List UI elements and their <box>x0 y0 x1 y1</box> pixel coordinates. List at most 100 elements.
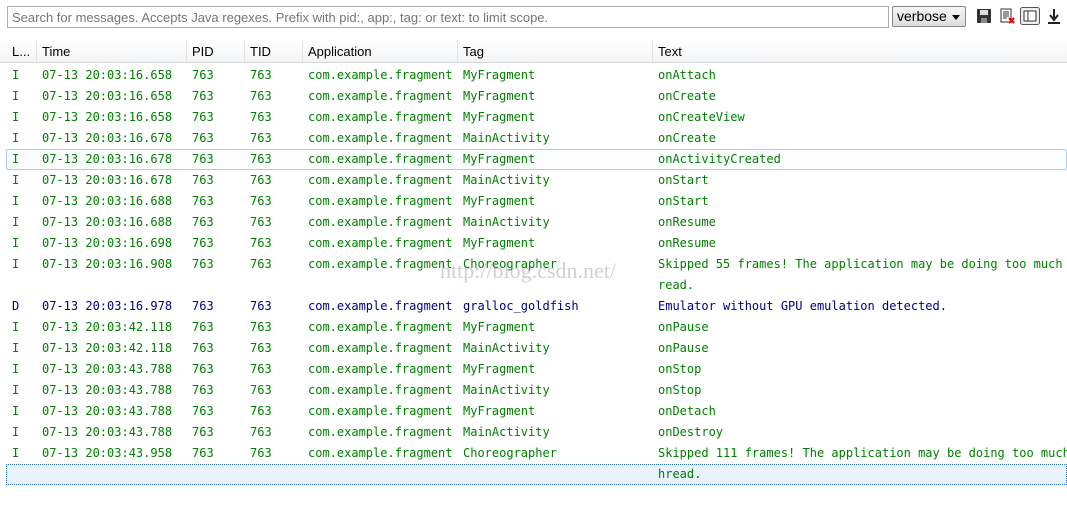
cell-time: 07-13 20:03:16.658 <box>42 89 173 103</box>
cell-level: I <box>12 131 20 145</box>
cell-time: 07-13 20:03:16.688 <box>42 194 173 208</box>
cell-text: onActivityCreated <box>658 152 781 166</box>
cell-tag: MyFragment <box>463 362 536 376</box>
cell-level: I <box>12 89 20 103</box>
cell-tag: MyFragment <box>463 68 536 82</box>
cell-text: onResume <box>658 236 716 250</box>
cell-tid: 763 <box>250 341 272 355</box>
cell-app: com.example.fragment <box>308 446 453 460</box>
cell-tid: 763 <box>250 89 272 103</box>
log-row[interactable]: I 07-13 20:03:16.678 763 763 com.example.fra… <box>0 170 1067 191</box>
column-header-time[interactable]: Time <box>42 44 70 59</box>
column-header-text[interactable]: Text <box>658 44 682 59</box>
cell-tid: 763 <box>250 383 272 397</box>
cell-app: com.example.fragment <box>308 362 453 376</box>
cell-level: I <box>12 152 20 166</box>
cell-tag: MainActivity <box>463 173 550 187</box>
cell-pid: 763 <box>192 152 214 166</box>
log-row[interactable]: I 07-13 20:03:16.688 763 763 com.example.fra… <box>0 212 1067 233</box>
cell-app: com.example.fragment <box>308 194 453 208</box>
cell-app: com.example.fragment <box>308 173 453 187</box>
cell-text: onCreate <box>658 89 716 103</box>
cell-tid: 763 <box>250 215 272 229</box>
save-icon[interactable] <box>976 8 992 24</box>
cell-pid: 763 <box>192 68 214 82</box>
cell-app: com.example.fragment <box>308 152 453 166</box>
toggle-panel-icon[interactable] <box>1020 7 1040 25</box>
cell-pid: 763 <box>192 194 214 208</box>
log-row[interactable]: I 07-13 20:03:16.908 763 763 com.example.fra… <box>0 254 1067 275</box>
cell-app: com.example.fragment <box>308 320 453 334</box>
cell-text: onStart <box>658 194 709 208</box>
cell-level: I <box>12 404 20 418</box>
log-row[interactable]: I 07-13 20:03:16.658 763 763 com.example.fra… <box>0 107 1067 128</box>
log-row[interactable]: I 07-13 20:03:43.788 763 763 com.example.fra… <box>0 401 1067 422</box>
cell-time: 07-13 20:03:43.788 <box>42 362 173 376</box>
cell-app: com.example.fragment <box>308 215 453 229</box>
cell-pid: 763 <box>192 299 214 313</box>
log-row[interactable]: I 07-13 20:03:43.788 763 763 com.example.fra… <box>0 380 1067 401</box>
cell-pid: 763 <box>192 320 214 334</box>
cell-level: I <box>12 257 20 271</box>
cell-app: com.example.fragment <box>308 131 453 145</box>
cell-tag: MainActivity <box>463 341 550 355</box>
log-table-header: L... Time PID TID Application Tag Text <box>0 40 1067 63</box>
cell-tid: 763 <box>250 152 272 166</box>
cell-tid: 763 <box>250 404 272 418</box>
cell-tag: Choreographer <box>463 446 557 460</box>
cell-text: Emulator without GPU emulation detected. <box>658 299 947 313</box>
cell-time: 07-13 20:03:42.118 <box>42 341 173 355</box>
column-header-tid[interactable]: TID <box>250 44 271 59</box>
cell-pid: 763 <box>192 236 214 250</box>
cell-text: onPause <box>658 341 709 355</box>
log-row[interactable]: I 07-13 20:03:42.118 763 763 com.example.fra… <box>0 317 1067 338</box>
cell-pid: 763 <box>192 173 214 187</box>
cell-level: I <box>12 110 20 124</box>
column-header-level[interactable]: L... <box>12 44 30 59</box>
cell-app: com.example.fragment <box>308 404 453 418</box>
column-header-pid[interactable]: PID <box>192 44 214 59</box>
log-row[interactable]: I 07-13 20:03:16.678 763 763 com.example.fra… <box>0 128 1067 149</box>
log-row[interactable]: I 07-13 20:03:43.788 763 763 com.example.fra… <box>0 422 1067 443</box>
scroll-lock-icon[interactable] <box>1046 8 1062 24</box>
column-header-tag[interactable]: Tag <box>463 44 484 59</box>
cell-tag: MainActivity <box>463 215 550 229</box>
cell-time: 07-13 20:03:16.658 <box>42 68 173 82</box>
log-row[interactable]: I 07-13 20:03:16.688 763 763 com.example.fra… <box>0 191 1067 212</box>
cell-level: I <box>12 446 20 460</box>
log-row[interactable]: D 07-13 20:03:16.978 763 763 com.example.fra… <box>0 296 1067 317</box>
cell-text: Skipped 111 frames! The application may … <box>658 446 1067 460</box>
cell-tid: 763 <box>250 236 272 250</box>
cell-pid: 763 <box>192 89 214 103</box>
cell-time: 07-13 20:03:16.678 <box>42 173 173 187</box>
log-row[interactable]: I 07-13 20:03:43.788 763 763 com.example.fra… <box>0 359 1067 380</box>
cell-level: I <box>12 236 20 250</box>
log-row[interactable]: hread. <box>6 464 1067 485</box>
cell-time: 07-13 20:03:43.788 <box>42 425 173 439</box>
cell-tid: 763 <box>250 425 272 439</box>
log-row[interactable]: I 07-13 20:03:43.958 763 763 com.example.fra… <box>0 443 1067 464</box>
cell-app: com.example.fragment <box>308 89 453 103</box>
cell-level: I <box>12 341 20 355</box>
cell-time: 07-13 20:03:16.658 <box>42 110 173 124</box>
column-header-application[interactable]: Application <box>308 44 372 59</box>
log-level-select[interactable]: verbose <box>892 6 966 27</box>
cell-tag: MyFragment <box>463 110 536 124</box>
log-row[interactable]: read. <box>0 275 1067 296</box>
log-row[interactable]: I 07-13 20:03:16.678 763 763 com.example.fra… <box>6 149 1067 170</box>
log-row[interactable]: I 07-13 20:03:16.698 763 763 com.example.fra… <box>0 233 1067 254</box>
cell-time: 07-13 20:03:16.688 <box>42 215 173 229</box>
log-row[interactable]: I 07-13 20:03:42.118 763 763 com.example.fra… <box>0 338 1067 359</box>
cell-app: com.example.fragment <box>308 257 453 271</box>
cell-time: 07-13 20:03:43.958 <box>42 446 173 460</box>
cell-tag: MyFragment <box>463 404 536 418</box>
log-row[interactable]: I 07-13 20:03:16.658 763 763 com.example.fra… <box>0 86 1067 107</box>
cell-app: com.example.fragment <box>308 299 453 313</box>
clear-log-icon[interactable] <box>999 8 1015 24</box>
cell-text: onCreate <box>658 131 716 145</box>
cell-tag: MyFragment <box>463 194 536 208</box>
cell-text: Skipped 55 frames! The application may b… <box>658 257 1067 271</box>
log-row[interactable]: I 07-13 20:03:16.658 763 763 com.example.fra… <box>0 65 1067 86</box>
cell-level: I <box>12 320 20 334</box>
search-input[interactable] <box>7 6 889 28</box>
